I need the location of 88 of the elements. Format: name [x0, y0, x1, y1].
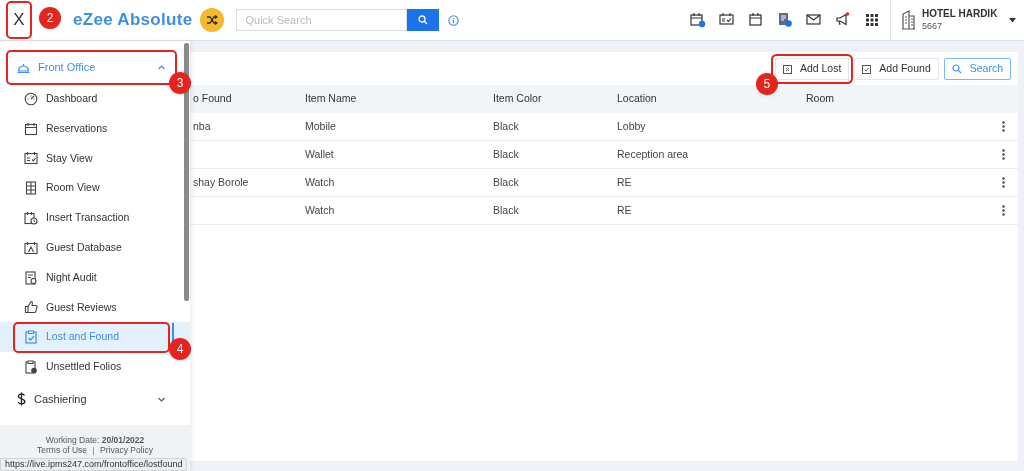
annotation-number: 4: [169, 338, 191, 361]
clipboard-check-icon: [24, 330, 38, 345]
table-cell-text: Lobby: [617, 118, 647, 134]
search-field[interactable]: Quick Search: [236, 9, 408, 31]
mail-icon: [806, 12, 822, 28]
table-cell-text: Black: [493, 174, 520, 190]
footer-link[interactable]: Privacy Policy: [100, 446, 153, 455]
apps-grid-icon: [864, 12, 880, 28]
invoice-icon: [777, 12, 793, 28]
scrollbar-thumb[interactable]: [184, 43, 189, 301]
column-header: Room: [806, 91, 835, 107]
column-header: Item Color: [493, 91, 543, 107]
megaphone-button[interactable]: [835, 12, 851, 28]
calendar-add-button[interactable]: [690, 12, 706, 28]
menu-item[interactable]: Insert Transaction: [15, 204, 168, 232]
kebab-menu-icon: [1001, 149, 1005, 160]
kebab-menu-icon: [1001, 121, 1005, 132]
calendar-check-icon: [24, 151, 38, 166]
invoice-button[interactable]: [777, 12, 793, 28]
caret-icon: [1009, 17, 1016, 23]
search-icon: [951, 64, 962, 74]
chevron-down-icon: [158, 396, 165, 402]
table-cell-text: RE: [617, 202, 633, 218]
table-cell-text: Reception area: [617, 146, 690, 162]
calendar-add-icon: [690, 12, 706, 28]
shuffle-button[interactable]: [200, 8, 225, 32]
guest-card-icon: [24, 240, 38, 255]
table-cell-text: nba: [193, 118, 212, 134]
thumbs-up-icon: [24, 300, 38, 315]
menu-item[interactable]: Unsettled Folios: [15, 353, 168, 381]
calendar-check-button[interactable]: [719, 12, 735, 28]
calendar-icon: [24, 121, 38, 136]
kebab-menu-icon: [1001, 205, 1005, 216]
menu-item[interactable]: Stay View: [15, 145, 168, 172]
dollar-icon: [17, 392, 26, 407]
annotation-number: 2: [39, 7, 61, 29]
annotation-number: 3: [169, 72, 191, 94]
table-cell-text: Watch: [305, 174, 336, 190]
column-header: o Found: [193, 91, 233, 107]
table-cell-text: RE: [617, 174, 633, 190]
service-bell-icon: [17, 62, 30, 73]
menu-item[interactable]: Guest Database: [15, 234, 168, 262]
search-button[interactable]: [407, 9, 440, 31]
menu-item[interactable]: Dashboard: [15, 85, 168, 113]
table-cell-text: shay Borole: [193, 174, 250, 190]
close-button[interactable]: X: [8, 3, 30, 37]
room-grid-icon: [24, 181, 38, 196]
table-cell-text: Black: [493, 118, 520, 134]
x-box-icon: [782, 64, 792, 74]
mail-button[interactable]: [806, 12, 822, 28]
search-button[interactable]: Search: [943, 58, 1011, 80]
calendar-clock-icon: [24, 211, 38, 226]
add-found-button[interactable]: Add Found: [854, 58, 939, 80]
check-box-icon: [862, 64, 872, 74]
apps-grid-button[interactable]: [864, 12, 880, 28]
megaphone-icon: [835, 12, 851, 28]
annotation-number: 5: [755, 73, 778, 95]
clipboard-gear-icon: [24, 360, 38, 375]
info-icon: [448, 14, 460, 26]
menu-section[interactable]: Cashiering: [8, 383, 175, 415]
document-person-icon: [24, 270, 38, 285]
shuffle-icon: [206, 15, 219, 25]
kebab-menu-icon: [1001, 177, 1005, 188]
menu-item[interactable]: Room View: [15, 174, 168, 202]
table-cell-text: Black: [493, 146, 520, 162]
status-url: https://live.ipms247.com/frontoffice/lostfound: [0, 458, 188, 471]
menu-item[interactable]: Guest Reviews: [15, 293, 168, 321]
column-header: Location: [617, 91, 658, 107]
footer-link[interactable]: Terms of Use: [37, 446, 88, 455]
working-date: Working Date: 20/01/2022: [45, 434, 145, 446]
table-cell-text: Mobile: [305, 118, 337, 134]
menu-item[interactable]: Night Audit: [15, 264, 168, 292]
search-icon: [418, 15, 429, 25]
hotel-code: 5667: [922, 20, 944, 32]
table-cell-text: Black: [493, 202, 520, 218]
calendar-button[interactable]: [748, 12, 764, 28]
hotel-name: HOTEL HARDIK: [922, 8, 998, 20]
info-button[interactable]: [448, 14, 460, 26]
chevron-up-icon: [158, 65, 165, 70]
calendar-icon: [748, 12, 764, 28]
table-cell-text: Wallet: [305, 146, 335, 162]
table-cell-text: Watch: [305, 202, 336, 218]
column-header: Item Name: [305, 91, 358, 107]
hotel-dropdown-button[interactable]: [1009, 17, 1016, 23]
building-icon: [901, 10, 916, 30]
menu-item[interactable]: Reservations: [15, 115, 168, 143]
calendar-check-icon: [719, 12, 735, 28]
gauge-icon: [24, 91, 38, 106]
